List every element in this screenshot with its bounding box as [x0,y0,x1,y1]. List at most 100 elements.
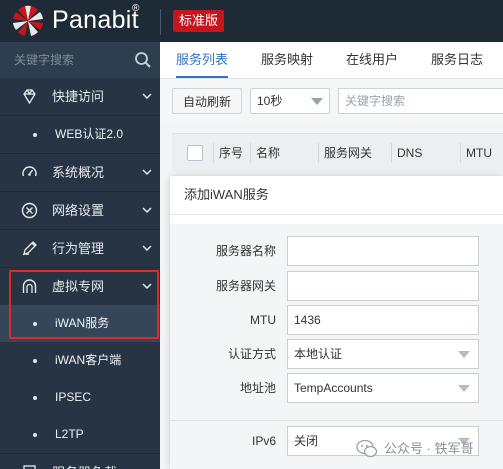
field-label: 地址池 [239,381,276,395]
sidebar-item-label: 行为管理 [52,241,105,256]
server-name-input[interactable] [287,236,479,266]
column-header-name: 名称 [256,146,281,160]
field-label: 认证方式 [227,347,276,361]
sidebar-item-label: 网络设置 [52,203,105,218]
form-row-server-gateway: 服务器网关 [170,271,503,301]
edition-badge: 标准版 [173,10,225,32]
sidebar-subitem-label: IPSEC [55,390,92,404]
refresh-interval-value: 10秒 [257,94,283,108]
caret-down-icon [458,385,470,392]
field-label: 服务器名称 [215,244,276,258]
field-value: TempAccounts [294,381,373,395]
bullet-dot [33,322,37,326]
registered-mark: ® [132,3,140,14]
auth-method-select[interactable]: 本地认证 [287,339,479,369]
caret-down-icon [458,351,470,358]
sidebar-item-server-load[interactable]: 服务器负载 [0,454,160,469]
tunnel-icon [22,279,37,293]
refresh-interval-select[interactable]: 10秒 [250,88,330,114]
sidebar-item-system-overview[interactable]: 系统概况 [0,154,160,191]
field-value: 本地认证 [294,347,343,361]
column-header-index: 序号 [219,146,244,160]
sidebar-subitem-label: L2TP [55,427,84,441]
field-label: MTU [250,313,276,327]
sidebar-subitem-iwan-service[interactable]: iWAN服务 [0,305,160,342]
mtu-input[interactable]: 1436 [287,305,479,335]
wechat-icon [356,439,378,458]
sidebar-item-vpn[interactable]: 虚拟专网 [0,268,160,305]
sidebar-subitem-iwan-client[interactable]: iWAN客户端 [0,342,160,379]
sidebar-item-label: 快捷访问 [52,89,105,104]
toolbar: 自动刷新 10秒 关键字搜索 [160,79,503,123]
sidebar-search-input[interactable] [8,51,136,69]
sidebar-subitem-label: WEB认证2.0 [55,127,124,141]
sidebar-item-behavior-management[interactable]: 行为管理 [0,230,160,267]
panabit-logo-icon [13,5,43,36]
tab-service-log[interactable]: 服务日志 [431,42,483,78]
service-form: 服务器名称 服务器网关 MTU 1436 认证方式 本地认证 地址池 TempA… [170,224,503,469]
search-icon[interactable] [134,51,152,69]
form-row-address-pool: 地址池 TempAccounts [170,373,503,403]
column-divider [250,143,251,163]
form-row-auth-method: 认证方式 本地认证 [170,339,503,369]
chevron-down-icon [142,283,152,290]
sidebar-item-label: 服务器负载 [52,454,117,469]
diamond-icon [23,89,36,105]
tab-bar: 服务列表 服务映射 在线用户 服务日志 [160,42,503,79]
tab-service-list[interactable]: 服务列表 [176,42,229,78]
dialog-divider [170,214,503,215]
circle-x-icon [21,202,38,219]
field-value: 关闭 [294,434,319,448]
chevron-down-icon [142,207,152,214]
column-header-mtu: MTU [466,146,492,160]
sidebar-item-label: 系统概况 [52,165,105,180]
dialog-title: 添加iWAN服务 [184,187,269,202]
bullet-dot [33,433,37,437]
sidebar-subitem-label: iWAN客户端 [55,353,122,367]
keyword-search-placeholder: 关键字搜索 [345,94,406,108]
column-header-dns: DNS [397,146,423,160]
sidebar-item-label: 虚拟专网 [52,279,105,294]
sidebar-item-network-settings[interactable]: 网络设置 [0,192,160,229]
select-all-checkbox[interactable] [187,145,203,161]
sidebar-item-quick-access[interactable]: 快捷访问 [0,78,160,115]
tab-online-users[interactable]: 在线用户 [346,42,398,78]
form-row-server-name: 服务器名称 [170,236,503,266]
bullet-dot [33,133,37,137]
column-divider [460,143,461,163]
sidebar-subitem-web-auth[interactable]: WEB认证2.0 [0,116,160,153]
column-divider [213,143,214,163]
sidebar-subitem-label: iWAN服务 [55,316,110,330]
field-value: 1436 [294,313,321,327]
field-label: 服务器网关 [215,279,276,293]
chevron-down-icon [142,245,152,252]
bullet-dot [33,359,37,363]
header-divider [160,9,161,35]
keyword-search-input[interactable]: 关键字搜索 [338,88,503,114]
table-header: 序号 名称 服务网关 DNS MTU [172,133,503,172]
gauge-icon [22,166,37,177]
field-label: IPv6 [251,434,276,448]
tab-service-mapping[interactable]: 服务映射 [261,42,313,78]
server-icon [23,465,36,469]
column-divider [318,143,319,163]
sidebar-subitem-ipsec[interactable]: IPSEC [0,379,160,416]
bullet-dot [33,396,37,400]
watermark-text: 公众号 · 铁军哥 [384,441,474,456]
server-gateway-input[interactable] [287,271,479,301]
sidebar-subitem-l2tp[interactable]: L2TP [0,416,160,453]
column-divider [391,143,392,163]
address-pool-select[interactable]: TempAccounts [287,373,479,403]
top-header: Panabit ® 标准版 [0,0,503,42]
caret-down-icon [311,98,323,105]
sidebar: 快捷访问 WEB认证2.0 系统概况 网络设置 行为管理 [0,42,160,469]
form-row-mtu: MTU 1436 [170,305,503,335]
brand-name: Panabit [52,6,139,34]
add-iwan-service-dialog: 添加iWAN服务 服务器名称 服务器网关 MTU 1436 认证方式 本地认证 … [170,176,503,469]
auto-refresh-button[interactable]: 自动刷新 [172,88,242,114]
form-divider [170,420,503,421]
column-header-gateway: 服务网关 [324,146,373,160]
chevron-down-icon [142,169,152,176]
pen-icon [22,241,37,256]
chevron-down-icon [142,93,152,100]
